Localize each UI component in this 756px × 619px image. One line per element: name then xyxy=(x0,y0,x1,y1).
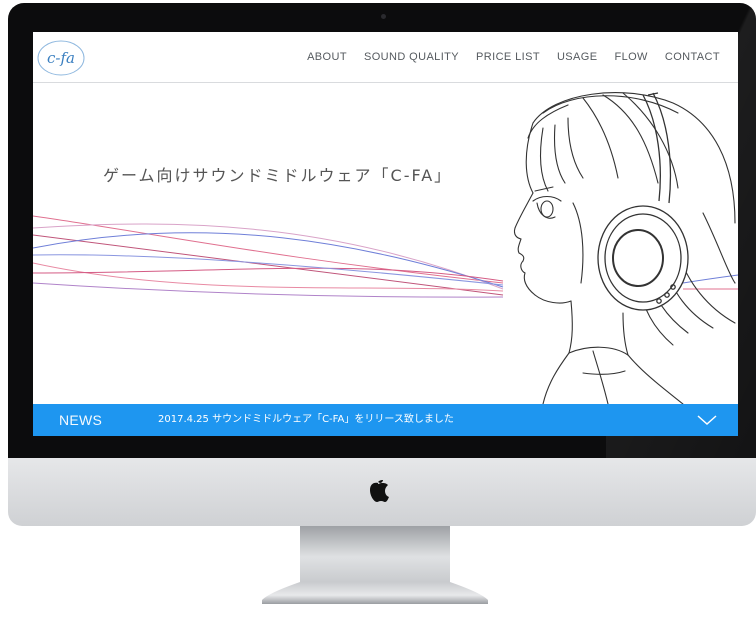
news-item-link[interactable]: 2017.4.25 サウンドミドルウェア「C-FA」をリリース致しました xyxy=(158,404,454,436)
nav-flow[interactable]: FLOW xyxy=(614,51,647,63)
monitor-stand-foot xyxy=(262,582,488,604)
hero-section: ゲーム向けサウンドミドルウェア「C-FA」 xyxy=(33,83,738,404)
news-label: NEWS xyxy=(59,412,103,428)
news-bar: NEWS 2017.4.25 サウンドミドルウェア「C-FA」をリリース致しまし… xyxy=(33,404,738,436)
nav-usage[interactable]: USAGE xyxy=(557,51,598,63)
site-logo[interactable]: c-fa xyxy=(36,39,86,77)
hero-title: ゲーム向けサウンドミドルウェア「C-FA」 xyxy=(103,166,453,185)
nav-about[interactable]: ABOUT xyxy=(307,51,347,63)
apple-logo-icon xyxy=(370,480,389,502)
headphone-girl-illustration xyxy=(513,92,736,404)
main-nav: ABOUT SOUND QUALITY PRICE LIST USAGE FLO… xyxy=(307,32,720,82)
nav-sound-quality[interactable]: SOUND QUALITY xyxy=(364,51,459,63)
monitor-stand-neck xyxy=(300,526,450,582)
nav-price-list[interactable]: PRICE LIST xyxy=(476,51,540,63)
site-header: c-fa ABOUT SOUND QUALITY PRICE LIST USAG… xyxy=(33,32,738,83)
chevron-down-icon[interactable] xyxy=(696,410,718,430)
screen: c-fa ABOUT SOUND QUALITY PRICE LIST USAG… xyxy=(33,32,738,436)
camera-icon xyxy=(381,14,386,19)
logo-text: c-fa xyxy=(47,49,75,67)
nav-contact[interactable]: CONTACT xyxy=(665,51,720,63)
